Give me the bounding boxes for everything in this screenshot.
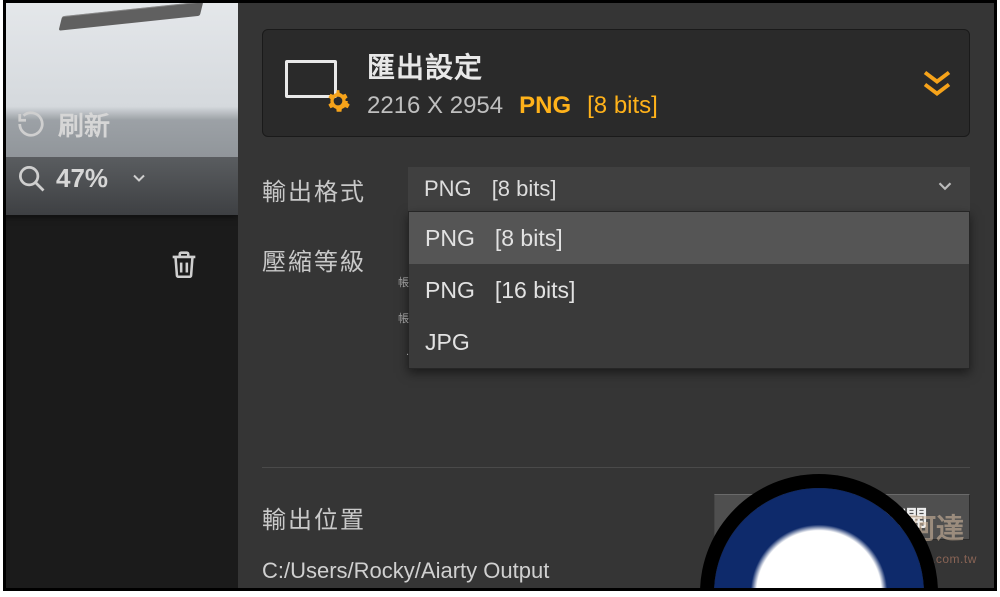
output-format-select[interactable]: PNG[8 bits] 帳帳. PNG[8 bits] PNG[16 [408,167,970,211]
export-title: 匯出設定 [367,46,658,86]
format-option[interactable]: PNG[16 bits] [409,264,969,316]
compress-level-label: 壓縮等級 [262,242,392,277]
refresh-icon [16,109,46,139]
output-format-dropdown: 帳帳. PNG[8 bits] PNG[16 bits] JPG [408,211,970,369]
section-divider [262,467,970,468]
zoom-value: 47% [56,163,108,194]
output-location-label: 輸出位置 [262,500,714,535]
app-window: 刷新 47% [3,0,997,591]
export-header[interactable]: 匯出設定 2216 X 2954 PNG [8 bits] [262,29,970,137]
zoom-icon [16,163,46,193]
refresh-label: 刷新 [58,106,110,143]
export-bits-badge: [8 bits] [587,92,658,120]
export-settings-panel: 匯出設定 2216 X 2954 PNG [8 bits] 輸出格式 [238,3,994,588]
thumbnail-selected-indicator [4,588,256,591]
output-format-label: 輸出格式 [262,172,392,207]
export-subtitle: 2216 X 2954 PNG [8 bits] [367,92,658,120]
zoom-control[interactable]: 47% [6,151,238,205]
preview-toolbar: 刷新 47% [6,97,238,205]
export-format-badge: PNG [519,92,571,120]
format-option[interactable]: PNG[8 bits] [409,212,969,264]
export-dimensions: 2216 X 2954 [367,92,503,120]
output-format-value: PNG[8 bits] [424,176,557,202]
refresh-button[interactable]: 刷新 [6,97,238,151]
collapse-chevron-icon[interactable] [919,68,955,98]
format-option[interactable]: JPG [409,316,969,368]
chevron-down-icon [124,163,154,193]
preview-panel: 刷新 47% [6,3,238,588]
chevron-down-icon [934,175,956,203]
trash-icon[interactable] [166,246,202,282]
export-settings-icon [285,60,345,106]
